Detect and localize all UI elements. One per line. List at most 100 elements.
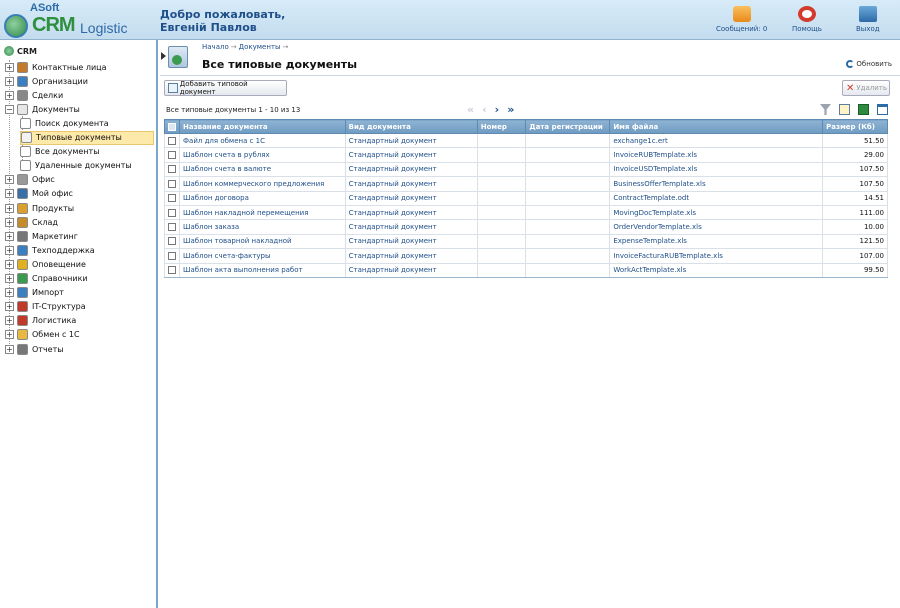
sidebar-item-organizations[interactable]: + Организации (5, 74, 88, 88)
table-row[interactable]: Шаблон коммерческого предложения Стандарт… (164, 176, 888, 192)
sidebar-item-directories[interactable]: + Справочники (5, 272, 88, 286)
messages-button[interactable]: Сообщений: 0 (716, 6, 767, 33)
cell-file-name[interactable]: WorkActTemplate.xls (609, 262, 824, 278)
cell-file-name[interactable]: InvoiceUSDTemplate.xls (609, 161, 824, 178)
prev-page-icon[interactable]: ‹ (482, 103, 487, 116)
sidebar-item-logistics[interactable]: + Логистика (5, 314, 76, 328)
download-export-icon[interactable] (877, 104, 888, 115)
cell-document-name[interactable]: Шаблон счета-фактуры (179, 248, 346, 264)
cell-document-name[interactable]: Шаблон товарной накладной (179, 233, 346, 250)
cell-document-name[interactable]: Шаблон заказа (179, 219, 346, 235)
last-page-icon[interactable]: » (507, 103, 514, 116)
expand-toggle-icon[interactable]: + (5, 316, 14, 326)
row-checkbox[interactable] (168, 237, 176, 246)
cell-document-name[interactable]: Шаблон коммерческого предложения (179, 176, 346, 192)
row-checkbox[interactable] (168, 208, 176, 217)
cell-file-name[interactable]: OrderVendorTemplate.xls (609, 219, 824, 235)
cell-document-type[interactable]: Стандартный документ (344, 132, 478, 149)
sidebar-item-deleted-docs[interactable]: Удаленные документы (20, 159, 132, 173)
expand-toggle-icon[interactable]: + (5, 288, 14, 298)
expand-toggle-icon[interactable]: + (5, 231, 14, 241)
cell-file-name[interactable]: exchange1c.ert (609, 132, 824, 149)
expand-toggle-icon[interactable]: + (5, 76, 14, 86)
cell-document-type[interactable]: Стандартный документ (344, 161, 478, 178)
table-row[interactable]: Шаблон накладной перемещения Стандартный … (164, 204, 888, 221)
column-header-number[interactable]: Номер (476, 119, 527, 134)
expand-toggle-icon[interactable]: + (5, 330, 14, 340)
row-checkbox[interactable] (168, 136, 176, 145)
tree-root-crm[interactable]: CRM (4, 46, 37, 56)
breadcrumb-home[interactable]: Начало (202, 43, 229, 51)
expand-toggle-icon[interactable]: + (5, 245, 14, 255)
expand-toggle-icon[interactable]: + (5, 217, 14, 227)
cell-document-name[interactable]: Шаблон счета в рублях (179, 147, 346, 163)
cell-document-type[interactable]: Стандартный документ (344, 176, 478, 192)
sidebar-item-all-docs[interactable]: Все документы (20, 145, 100, 159)
first-page-icon[interactable]: « (467, 103, 474, 116)
delete-button[interactable]: ✕ Удалить (842, 80, 890, 96)
row-checkbox[interactable] (168, 251, 176, 260)
table-row[interactable]: Шаблон счета-фактуры Стандартный документ… (164, 248, 888, 264)
sidebar-item-exchange-1c[interactable]: + Обмен с 1С (5, 328, 80, 342)
row-checkbox[interactable] (168, 266, 176, 275)
sidebar-item-marketing[interactable]: + Маркетинг (5, 229, 78, 243)
cell-document-name[interactable]: Файл для обмена с 1С (179, 132, 346, 149)
sidebar-item-support[interactable]: + Техподдержка (5, 243, 95, 257)
cell-file-name[interactable]: ExpenseTemplate.xls (609, 233, 824, 250)
cell-document-type[interactable]: Стандартный документ (344, 262, 478, 278)
table-row[interactable]: Файл для обмена с 1С Стандартный документ… (164, 132, 888, 149)
excel-export-icon[interactable] (858, 104, 869, 115)
sidebar-item-it-structure[interactable]: + IT-Структура (5, 300, 86, 314)
expand-toggle-icon[interactable]: + (5, 189, 14, 199)
cell-document-type[interactable]: Стандартный документ (344, 147, 478, 163)
row-checkbox[interactable] (168, 179, 176, 188)
row-checkbox[interactable] (168, 165, 176, 174)
cell-document-type[interactable]: Стандартный документ (344, 248, 478, 264)
row-checkbox[interactable] (168, 151, 176, 160)
breadcrumb-documents[interactable]: Документы (239, 43, 281, 51)
sidebar-item-my-office[interactable]: + Мой офис (5, 187, 73, 201)
add-template-document-button[interactable]: Добавить типовой документ (164, 80, 287, 96)
table-row[interactable]: Шаблон счета в валюте Стандартный докумен… (164, 161, 888, 178)
cell-file-name[interactable]: InvoiceFacturaRUBTemplate.xls (609, 248, 824, 264)
sidebar-item-office[interactable]: + Офис (5, 173, 55, 187)
sidebar-item-reports[interactable]: + Отчеты (5, 342, 64, 356)
column-header-size[interactable]: Размер (Кб) (822, 119, 888, 134)
cell-file-name[interactable]: MovingDocTemplate.xls (609, 204, 824, 221)
sidebar-item-deals[interactable]: + Сделки (5, 88, 63, 102)
table-row[interactable]: Шаблон товарной накладной Стандартный док… (164, 233, 888, 250)
expand-toggle-icon[interactable]: + (5, 344, 14, 354)
sidebar-item-import[interactable]: + Импорт (5, 286, 64, 300)
cell-document-name[interactable]: Шаблон счета в валюте (179, 161, 346, 178)
filter-icon[interactable] (820, 104, 831, 115)
expand-toggle-icon[interactable]: + (5, 203, 14, 213)
expand-toggle-icon[interactable]: + (5, 274, 14, 283)
expand-toggle-icon[interactable]: + (5, 62, 14, 72)
cell-document-type[interactable]: Стандартный документ (344, 190, 478, 206)
sidebar-item-search[interactable]: Поиск документа (20, 116, 109, 130)
cell-document-type[interactable]: Стандартный документ (344, 219, 478, 235)
cell-file-name[interactable]: InvoiceRUBTemplate.xls (609, 147, 824, 163)
row-checkbox[interactable] (168, 194, 176, 203)
expand-toggle-icon[interactable]: + (5, 90, 14, 100)
table-row[interactable]: Шаблон акта выполнения работ Стандартный … (164, 262, 888, 278)
sidebar-item-notification[interactable]: + Оповещение (5, 257, 86, 271)
sidebar-item-template-doc[interactable]: Типовые документы (20, 130, 154, 145)
cell-file-name[interactable]: ContractTemplate.odt (609, 190, 824, 206)
cell-document-name[interactable]: Шаблон накладной перемещения (179, 204, 346, 221)
sidebar-item-warehouse[interactable]: + Склад (5, 215, 58, 229)
table-row[interactable]: Шаблон счета в рублях Стандартный докумен… (164, 147, 888, 163)
table-row[interactable]: Шаблон договора Стандартный документ Contr… (164, 190, 888, 206)
cell-document-type[interactable]: Стандартный документ (344, 233, 478, 250)
expand-toggle-icon[interactable]: + (5, 259, 14, 269)
help-button[interactable]: Помощь (792, 6, 822, 33)
expand-toggle-icon[interactable]: + (5, 302, 14, 312)
cell-document-name[interactable]: Шаблон акта выполнения работ (179, 262, 346, 278)
row-checkbox[interactable] (168, 223, 176, 232)
column-header-date[interactable]: Дата регистрации (525, 119, 611, 134)
collapse-sidebar-arrow-icon[interactable] (161, 52, 166, 60)
select-all-checkbox[interactable] (168, 122, 176, 131)
cell-file-name[interactable]: BusinessOfferTemplate.xls (609, 176, 824, 192)
refresh-button[interactable]: Обновить (846, 60, 892, 68)
table-row[interactable]: Шаблон заказа Стандартный документ OrderVe… (164, 219, 888, 235)
